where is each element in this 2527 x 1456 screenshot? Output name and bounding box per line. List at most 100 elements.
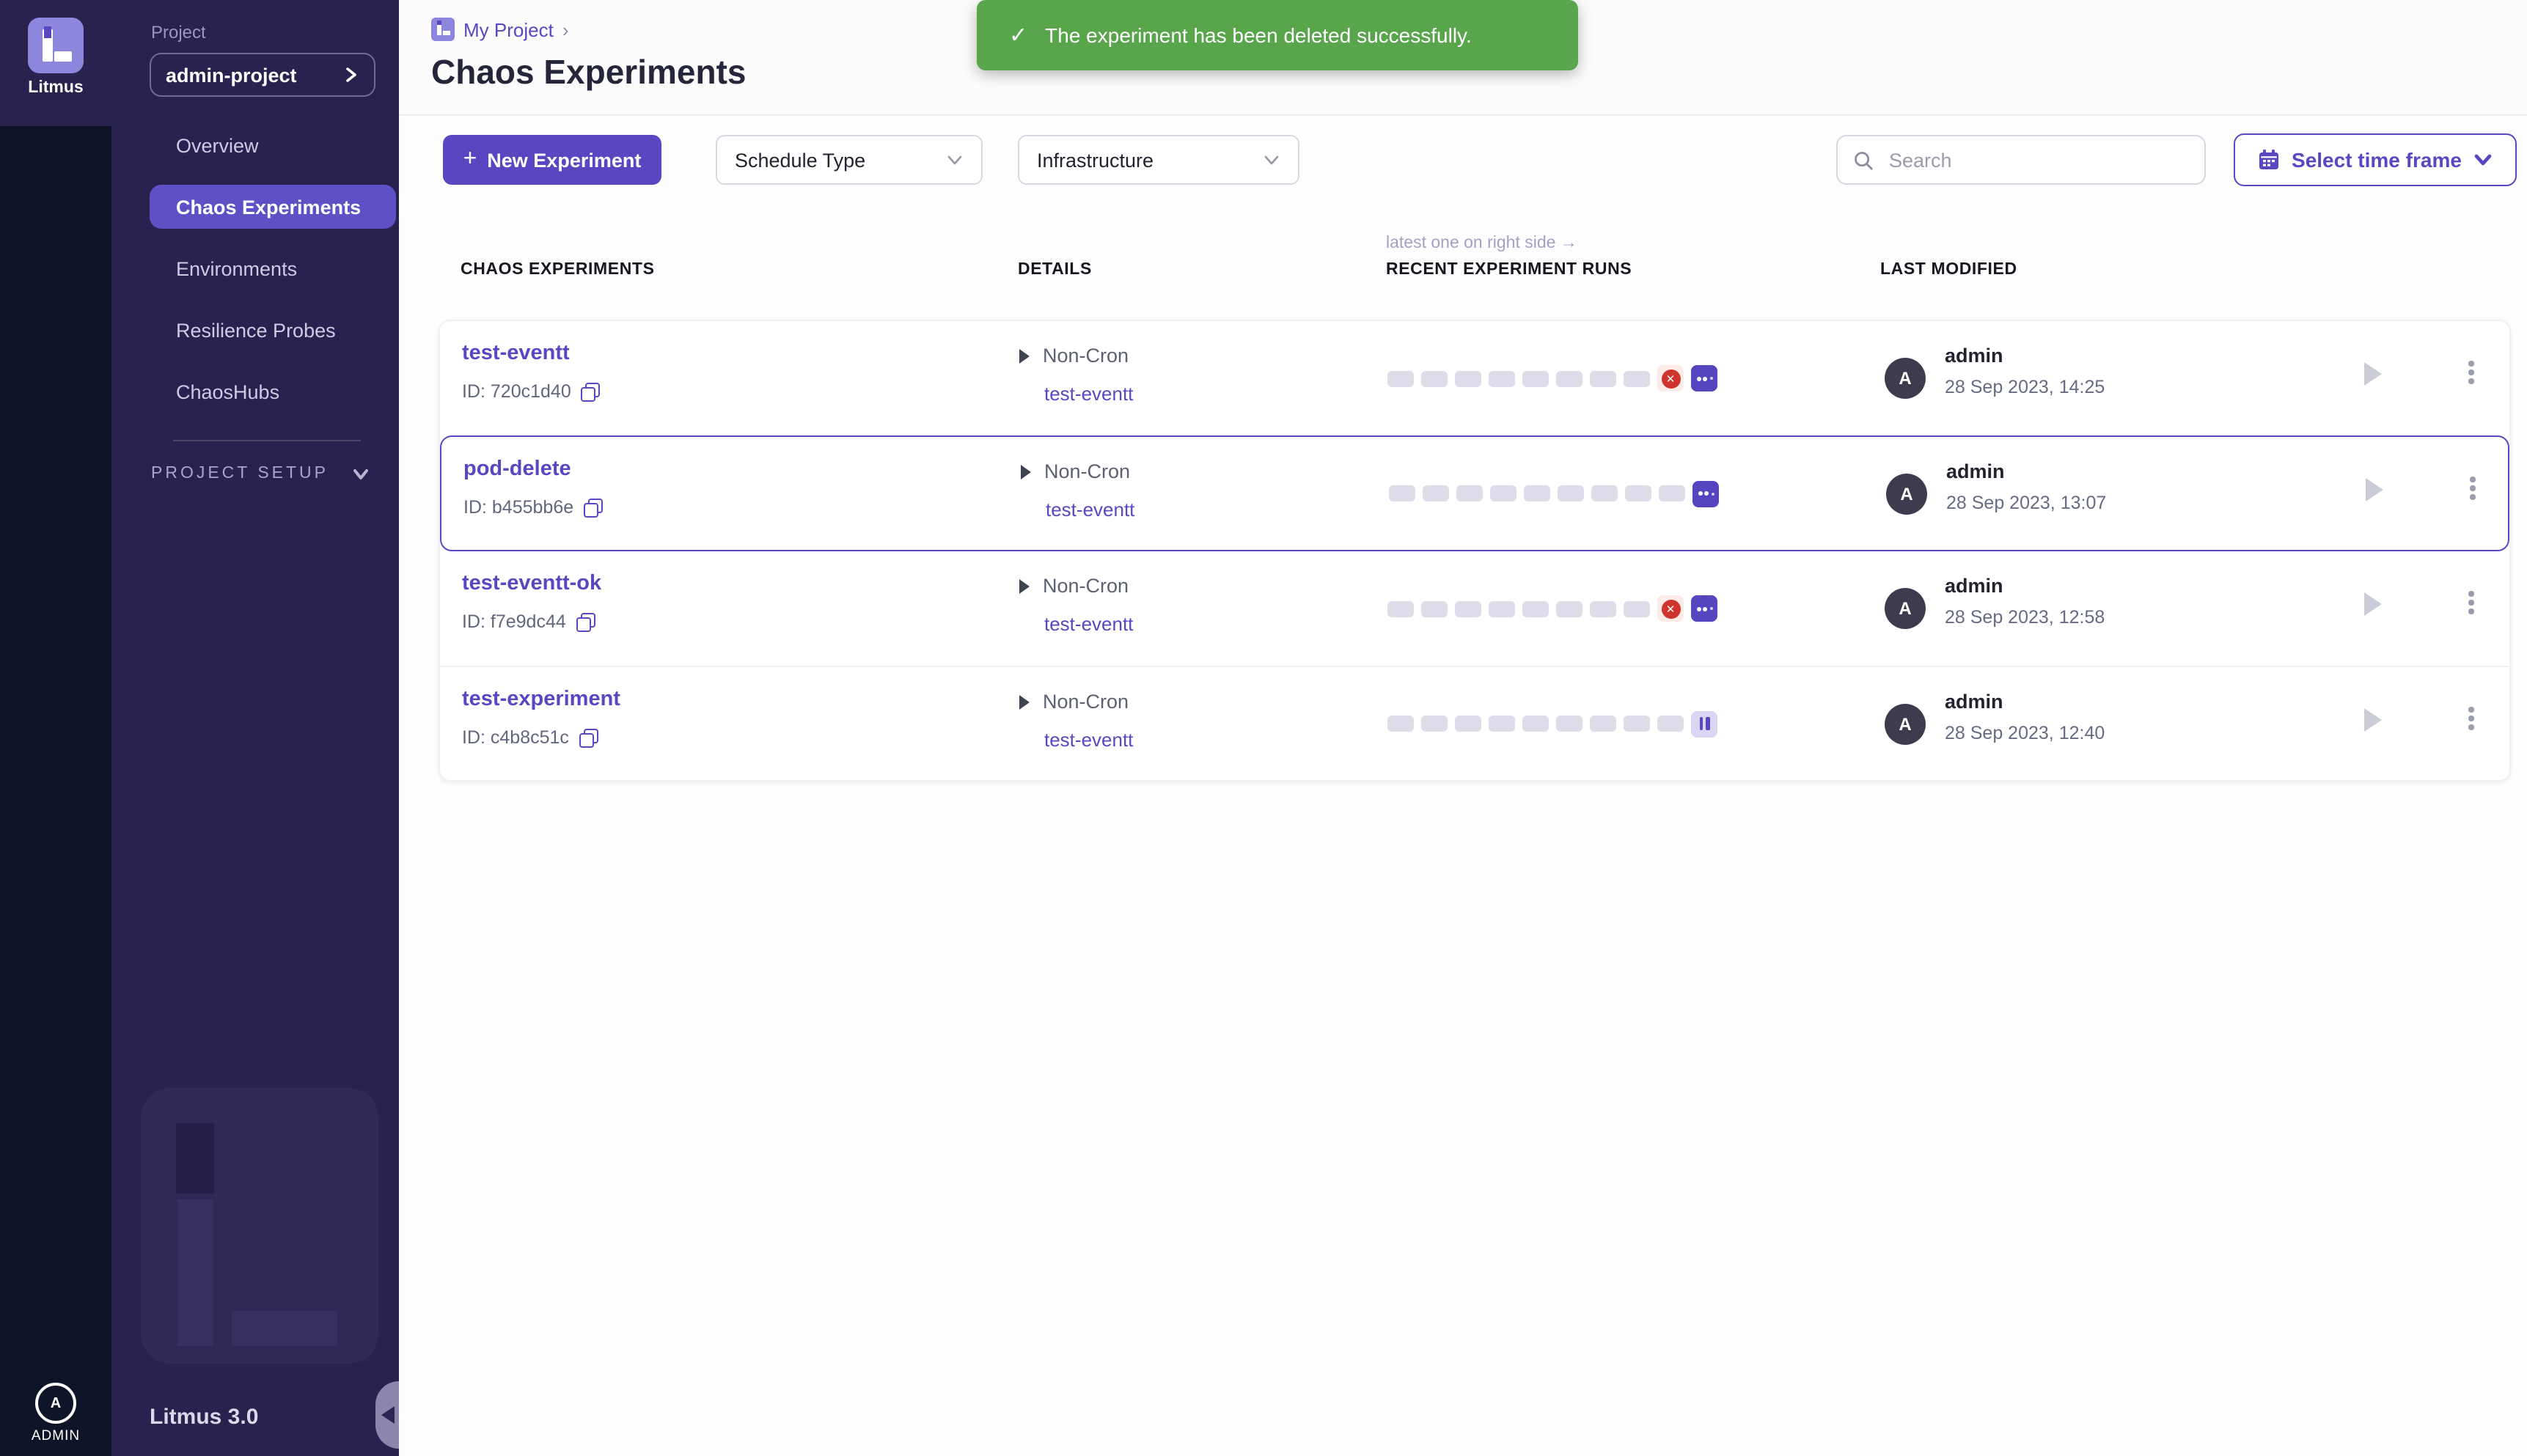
litmus-logo-icon xyxy=(28,18,84,73)
run-placeholder xyxy=(1522,370,1549,386)
table-row[interactable]: test-eventt ID: 720c1d40 Non-Cron test-e… xyxy=(440,321,2509,435)
experiment-id-line: ID: 720c1d40 xyxy=(462,381,601,402)
run-placeholder xyxy=(1423,485,1449,501)
sidebar-item-environments[interactable]: Environments xyxy=(150,246,396,290)
run-placeholder xyxy=(1489,716,1515,732)
run-experiment-button[interactable] xyxy=(2366,478,2383,501)
new-experiment-button[interactable]: + New Experiment xyxy=(443,135,661,185)
run-experiment-button[interactable] xyxy=(2364,362,2382,386)
column-header-modified: LAST MODIFIED xyxy=(1880,261,2017,279)
run-experiment-button[interactable] xyxy=(2364,708,2382,732)
copy-icon[interactable] xyxy=(579,728,598,747)
run-placeholder xyxy=(1624,370,1650,386)
sidebar: Project admin-project Overview Chaos Exp… xyxy=(111,0,399,1456)
infrastructure-dropdown[interactable]: Infrastructure xyxy=(1018,135,1299,185)
details-cell: Non-Cron test-eventt xyxy=(1019,551,1225,666)
run-placeholder xyxy=(1558,485,1584,501)
run-placeholder xyxy=(1489,600,1515,617)
run-placeholder xyxy=(1421,600,1448,617)
run-status-failed-icon[interactable]: ✕ xyxy=(1657,365,1684,391)
run-status-running-icon[interactable] xyxy=(1691,595,1717,622)
experiment-id-line: ID: c4b8c51c xyxy=(462,727,598,748)
details-cell: Non-Cron test-eventt xyxy=(1021,437,1226,550)
user-avatar: A xyxy=(1886,474,1927,515)
run-status-paused-icon[interactable] xyxy=(1691,710,1717,737)
breadcrumb: My Project › xyxy=(431,18,569,41)
run-placeholder xyxy=(1387,600,1414,617)
copy-icon[interactable] xyxy=(584,498,603,517)
new-experiment-label: New Experiment xyxy=(487,149,641,171)
infrastructure-value: Infrastructure xyxy=(1037,149,1154,171)
search-icon xyxy=(1852,149,1874,171)
modified-by: admin xyxy=(1946,460,2005,482)
main-content: My Project › Chaos Experiments + New Exp… xyxy=(399,0,2527,1456)
litmus-watermark xyxy=(141,1088,378,1364)
app-root: Litmus A ADMIN Project admin-project Ove… xyxy=(0,0,2527,1456)
project-selector[interactable]: admin-project xyxy=(150,53,375,97)
run-placeholder xyxy=(1522,716,1549,732)
play-icon xyxy=(1019,694,1030,709)
version-label: Litmus 3.0 xyxy=(150,1405,258,1430)
run-placeholder xyxy=(1556,600,1582,617)
modified-at: 28 Sep 2023, 13:07 xyxy=(1946,493,2106,513)
run-placeholder xyxy=(1421,716,1448,732)
breadcrumb-chevron-icon: › xyxy=(562,18,569,40)
experiment-name-link[interactable]: test-eventt-ok xyxy=(462,572,601,595)
schedule-type-dropdown[interactable]: Schedule Type xyxy=(716,135,983,185)
experiment-name-link[interactable]: test-experiment xyxy=(462,688,620,711)
run-placeholder xyxy=(1387,716,1414,732)
run-status-running-icon[interactable] xyxy=(1692,480,1719,507)
account-menu[interactable]: A ADMIN xyxy=(0,1383,111,1444)
run-placeholder xyxy=(1659,485,1685,501)
calendar-icon xyxy=(2256,148,2280,172)
project-logo-icon xyxy=(431,18,455,41)
run-placeholder xyxy=(1590,600,1616,617)
run-status-failed-icon[interactable]: ✕ xyxy=(1657,595,1684,622)
infrastructure-link[interactable]: test-eventt xyxy=(1044,383,1133,405)
run-placeholder xyxy=(1455,600,1481,617)
run-placeholder xyxy=(1490,485,1516,501)
copy-icon[interactable] xyxy=(582,382,601,401)
run-placeholder xyxy=(1591,485,1618,501)
sidebar-item-overview[interactable]: Overview xyxy=(150,123,396,167)
user-avatar: A xyxy=(1885,358,1926,399)
experiment-id-line: ID: b455bb6e xyxy=(463,497,603,518)
sidebar-collapse-button[interactable] xyxy=(375,1381,399,1449)
sidebar-item-chaoshubs[interactable]: ChaosHubs xyxy=(150,369,396,413)
run-placeholder xyxy=(1625,485,1651,501)
table-row[interactable]: test-eventt-ok ID: f7e9dc44 Non-Cron tes… xyxy=(440,551,2509,666)
infrastructure-link[interactable]: test-eventt xyxy=(1044,613,1133,635)
run-placeholder xyxy=(1624,600,1650,617)
account-avatar[interactable]: A xyxy=(35,1383,76,1424)
run-placeholder xyxy=(1590,716,1616,732)
select-time-frame-button[interactable]: Select time frame xyxy=(2234,133,2517,186)
recent-runs-cell: ✕ xyxy=(1387,551,1717,666)
experiment-name-link[interactable]: test-eventt xyxy=(462,342,570,365)
infrastructure-link[interactable]: test-eventt xyxy=(1044,729,1133,751)
table-row[interactable]: pod-delete ID: b455bb6e Non-Cron test-ev… xyxy=(440,435,2509,551)
row-menu-button[interactable] xyxy=(2461,707,2482,729)
experiment-name-link[interactable]: pod-delete xyxy=(463,457,571,481)
sidebar-item-chaos-experiments[interactable]: Chaos Experiments xyxy=(150,185,396,229)
schedule-type-value: Non-Cron xyxy=(1043,691,1129,713)
row-menu-button[interactable] xyxy=(2461,591,2482,614)
breadcrumb-my-project-link[interactable]: My Project xyxy=(463,18,554,40)
left-rail: Litmus A ADMIN xyxy=(0,0,111,1456)
run-experiment-button[interactable] xyxy=(2364,592,2382,616)
search-input[interactable] xyxy=(1886,147,2190,172)
user-avatar: A xyxy=(1885,588,1926,629)
copy-icon[interactable] xyxy=(576,612,595,631)
run-status-running-icon[interactable] xyxy=(1691,365,1717,391)
run-placeholder xyxy=(1524,485,1550,501)
project-setup-toggle[interactable]: PROJECT SETUP xyxy=(151,463,371,484)
sidebar-item-resilience-probes[interactable]: Resilience Probes xyxy=(150,308,396,352)
infrastructure-link[interactable]: test-eventt xyxy=(1046,499,1134,521)
row-menu-button[interactable] xyxy=(2462,477,2483,499)
run-placeholder xyxy=(1556,716,1582,732)
play-icon xyxy=(1019,348,1030,363)
schedule-type-value: Non-Cron xyxy=(1044,460,1130,482)
sidebar-nav: Overview Chaos Experiments Environments … xyxy=(111,123,399,431)
table-row[interactable]: test-experiment ID: c4b8c51c Non-Cron te… xyxy=(440,666,2509,780)
row-menu-button[interactable] xyxy=(2461,361,2482,383)
check-icon: ✓ xyxy=(1009,22,1027,48)
